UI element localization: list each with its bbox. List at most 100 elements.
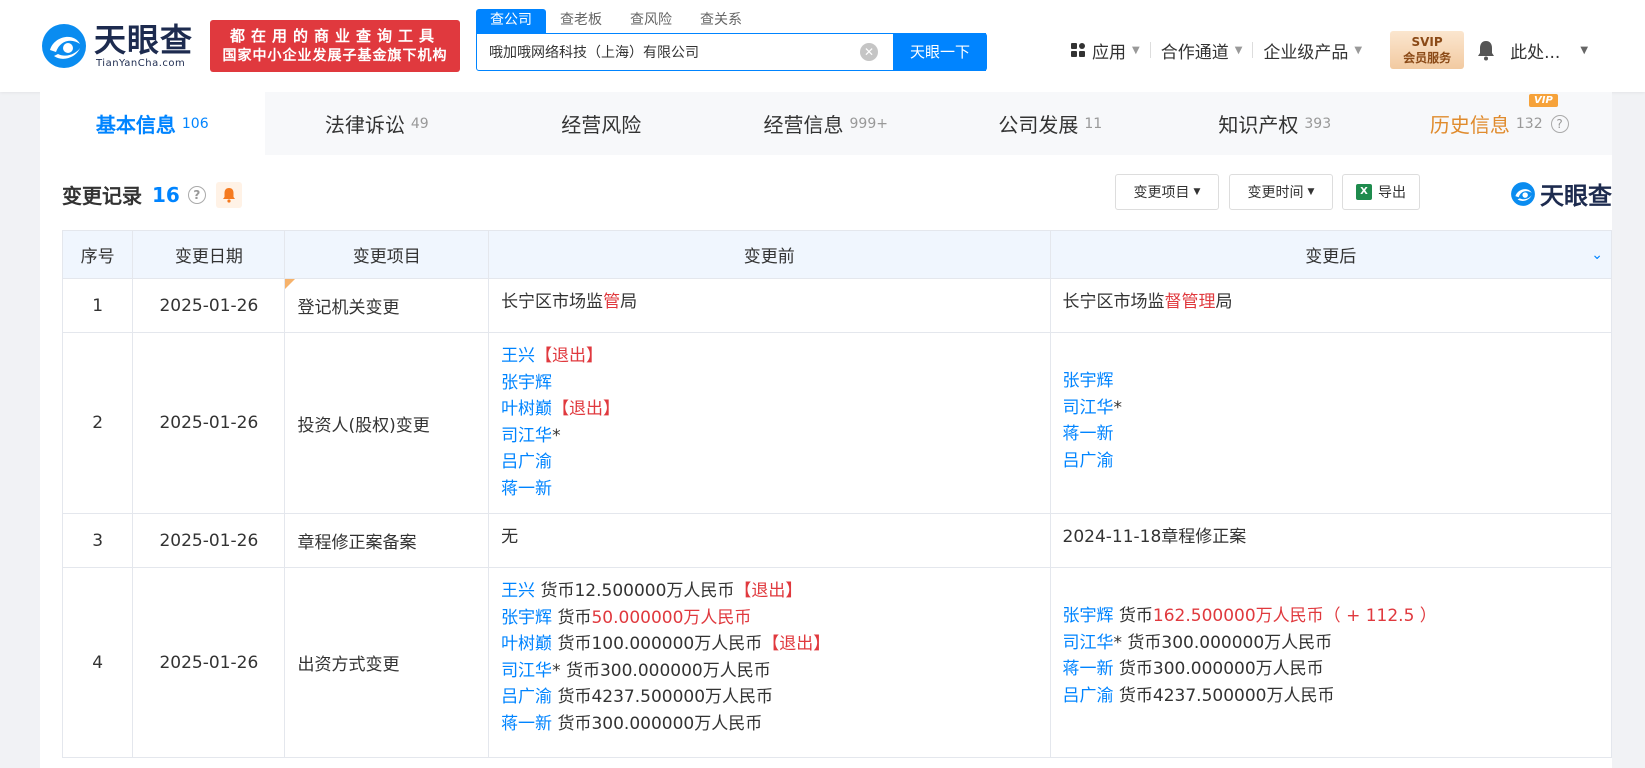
slogan-line2: 国家中小企业发展子基金旗下机构 <box>222 48 448 64</box>
user-name[interactable]: 此处... <box>1510 38 1560 63</box>
investor-link[interactable]: 王兴 <box>501 346 535 366</box>
investor-line: 王兴【退出】 <box>501 343 1037 370</box>
tab-count: 106 <box>181 115 209 132</box>
logo-text: 天眼查 <box>94 21 194 59</box>
table-row: 1 2025-01-26 登记机关变更 长宁区市场监管局 长宁区市场监督管理局 <box>61 278 1613 333</box>
investor-link[interactable]: 叶树巅 <box>501 399 552 419</box>
tab-basic-info[interactable]: 基本信息 106 <box>40 92 265 155</box>
search-tab-boss[interactable]: 查老板 <box>546 9 616 33</box>
investor-link[interactable]: 蒋一新 <box>1063 424 1114 444</box>
diff-highlight: 管 <box>603 292 621 312</box>
monitor-bell-icon[interactable] <box>215 181 242 208</box>
nav-partner[interactable]: 合作通道 ▼ <box>1151 38 1253 63</box>
cell-date: 2025-01-26 <box>132 513 286 568</box>
search-tab-relation[interactable]: 查关系 <box>686 9 756 33</box>
capital-line: 吕广渝 货币4237.500000万人民币 <box>1063 683 1599 710</box>
slogan-line1: 都在用的商业查询工具 <box>229 27 440 45</box>
capital-prefix: 货币 <box>565 660 600 681</box>
tab-operating-info[interactable]: 经营信息 999+ <box>714 92 939 155</box>
investor-link[interactable]: 司江华 <box>501 426 552 446</box>
investor-link[interactable]: 吕广渝 <box>501 452 552 472</box>
capital-amount: 4237.500000万人民币 <box>1152 685 1335 706</box>
tab-development[interactable]: 公司发展 11 <box>938 92 1163 155</box>
clear-search-icon[interactable]: ✕ <box>860 43 878 61</box>
capital-line: 蒋一新 货币300.000000万人民币 <box>1063 656 1599 683</box>
diff-highlight: 督管理 <box>1164 292 1216 312</box>
investor-line: 张宇辉 <box>501 370 1037 397</box>
svip-button[interactable]: SVIP 会员服务 <box>1390 31 1465 69</box>
search-input[interactable] <box>477 34 892 70</box>
new-flag-icon <box>285 279 296 289</box>
capital-amount: 300.000000万人民币 <box>591 713 763 734</box>
cell-item: 章程修正案备案 <box>284 513 490 568</box>
cell-before: 长宁区市场监管局 <box>488 278 1051 333</box>
investor-link[interactable]: 吕广渝 <box>501 687 552 707</box>
search-type-tabs: 查公司 查老板 查风险 查关系 <box>476 9 756 33</box>
investor-link[interactable]: 吕广渝 <box>1063 686 1114 706</box>
investor-link[interactable]: 张宇辉 <box>1063 371 1114 391</box>
col-header-before: 变更前 <box>488 230 1051 279</box>
text-segment: 局 <box>1215 292 1233 312</box>
search-tab-company[interactable]: 查公司 <box>476 9 546 33</box>
tab-ip[interactable]: 知识产权 393 <box>1163 92 1388 155</box>
tab-label: 经营信息 <box>763 113 844 137</box>
section-title-text: 变更记录 <box>62 184 142 208</box>
export-button[interactable]: X 导出 <box>1342 174 1420 210</box>
tab-label: 公司发展 <box>998 113 1079 137</box>
table-header-row: 序号 变更日期 变更项目 变更前 变更后 ⌄ <box>61 230 1613 279</box>
capital-delta: （ + 112.5 ） <box>1323 606 1437 626</box>
capital-line: 司江华* 货币300.000000万人民币 <box>501 658 1037 685</box>
tab-history[interactable]: VIP 历史信息 132 ? <box>1387 92 1612 155</box>
investor-link[interactable]: 张宇辉 <box>501 608 552 628</box>
investor-line: 蒋一新 <box>501 476 1037 503</box>
investor-link[interactable]: 蒋一新 <box>1063 659 1114 679</box>
notification-bell-icon[interactable] <box>1476 39 1496 61</box>
investor-link[interactable]: 司江华 <box>1063 633 1114 653</box>
nav-enterprise[interactable]: 企业级产品 ▼ <box>1253 38 1372 63</box>
col-header-index: 序号 <box>61 230 134 279</box>
investor-link[interactable]: 张宇辉 <box>1063 606 1114 626</box>
investor-line: 张宇辉 <box>1063 368 1599 395</box>
tianyancha-logo[interactable]: 天眼查 TianYanCha.com <box>40 22 200 72</box>
tab-count: 49 <box>410 115 429 132</box>
investor-link[interactable]: 蒋一新 <box>501 479 552 499</box>
capital-amount-changed: 50.000000万人民币 <box>591 607 752 628</box>
capital-line: 吕广渝 货币4237.500000万人民币 <box>501 684 1037 711</box>
investor-line: 吕广渝 <box>1063 448 1599 475</box>
investor-link[interactable]: 张宇辉 <box>501 373 552 393</box>
capital-prefix: 货币 <box>1118 659 1153 679</box>
investor-link[interactable]: 叶树巅 <box>501 634 552 654</box>
tab-label: 知识产权 <box>1218 113 1299 137</box>
nav-apps[interactable]: 应用 ▼ <box>1060 38 1150 63</box>
cell-index: 2 <box>61 332 134 514</box>
search-button[interactable]: 天眼一下 <box>893 33 987 71</box>
user-menu-chevron-icon[interactable]: ▼ <box>1580 45 1588 56</box>
cell-after: 2024-11-18章程修正案 <box>1049 513 1613 568</box>
investor-link[interactable]: 蒋一新 <box>501 714 552 734</box>
investor-line: 司江华* <box>1063 395 1599 422</box>
capital-prefix: 货币 <box>540 581 575 601</box>
investor-link[interactable]: 吕广渝 <box>1063 451 1114 471</box>
investor-link[interactable]: 王兴 <box>501 581 535 601</box>
company-tabs: 基本信息 106 法律诉讼 49 经营风险 经营信息 999+ 公司发展 11 … <box>40 92 1612 155</box>
cell-date: 2025-01-26 <box>132 567 286 758</box>
cell-before: 王兴【退出】 张宇辉 叶树巅【退出】 司江华* 吕广渝 蒋一新 <box>488 332 1051 514</box>
tab-operating-risk[interactable]: 经营风险 <box>489 92 714 155</box>
cell-date: 2025-01-26 <box>132 278 286 333</box>
tab-count: 11 <box>1084 115 1103 132</box>
capital-line: 蒋一新 货币300.000000万人民币 <box>501 711 1037 738</box>
investor-link[interactable]: 司江华 <box>1063 398 1114 418</box>
svip-subtitle: 会员服务 <box>1403 51 1452 65</box>
investor-link[interactable]: 司江华 <box>501 661 552 681</box>
capital-prefix: 货币 <box>557 634 592 654</box>
expand-chevron-icon[interactable]: ⌄ <box>1591 247 1603 263</box>
help-icon[interactable]: ? <box>1550 114 1569 133</box>
col-header-after-label: 变更后 <box>1305 247 1357 267</box>
search-tab-risk[interactable]: 查风险 <box>616 9 686 33</box>
filter-change-time-button[interactable]: 变更时间 ▼ <box>1229 174 1333 210</box>
filter-change-item-button[interactable]: 变更项目 ▼ <box>1115 174 1219 210</box>
mask-star: * <box>1113 632 1123 653</box>
help-icon[interactable]: ? <box>187 185 206 204</box>
tab-legal[interactable]: 法律诉讼 49 <box>265 92 490 155</box>
tab-label: 基本信息 <box>95 113 176 137</box>
